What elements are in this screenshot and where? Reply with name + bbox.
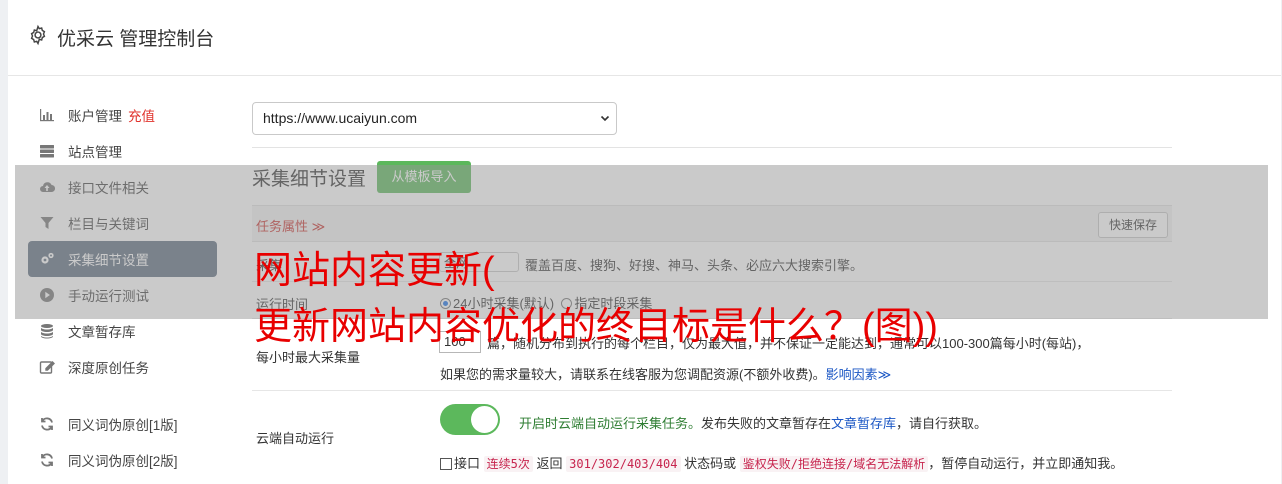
fail-note-tail: ，请自行获取。 [896, 416, 988, 431]
gear-icon [30, 24, 46, 46]
overlay-title-line2: 更新网站内容优化的终目标是什么？(图)) [254, 306, 938, 348]
code-consecutive: 连续5次 [483, 456, 533, 472]
max-per-hour-desc-2: 如果您的需求量较大，请联系在线客服为您调配资源(不额外收费)。影响因素≫ [440, 364, 891, 383]
pause-rule: 接口 连续5次 返回 301/302/403/404 状态码或 鉴权失败/拒绝连… [440, 453, 1123, 472]
top-header: 优采云 管理控制台 [8, 0, 1281, 76]
overlay-title-line1: 网站内容更新( [254, 250, 495, 292]
pause-rule-text: 返回 [536, 456, 563, 471]
row-divider [252, 390, 1172, 391]
cloud-auto-run-label: 云端自动运行 [256, 431, 335, 446]
database-icon [38, 323, 56, 339]
article-store-link[interactable]: 文章暂存库 [831, 416, 896, 431]
sidebar-item-synonym-v2[interactable]: 同义词伪原创[2版] [28, 442, 218, 478]
sidebar-item-label: 站点管理 [68, 145, 122, 160]
sidebar-item-label: 账户管理 [68, 109, 122, 124]
sidebar-item-label: 同义词伪原创[2版] [68, 454, 178, 469]
recharge-link[interactable]: 充值 [128, 105, 155, 125]
overlay-banner [15, 165, 1268, 319]
sidebar-item-label: 同义词伪原创[1版] [68, 418, 178, 433]
site-select[interactable]: https://www.ucaiyun.com [252, 102, 617, 135]
console-title: 优采云 管理控制台 [57, 29, 215, 50]
server-icon [38, 143, 56, 159]
divider [252, 147, 1172, 148]
fail-note: 发布失败的文章暂存在 [701, 416, 832, 431]
max-per-hour-label: 每小时最大采集量 [256, 350, 361, 365]
sidebar-item-label: 文章暂存库 [68, 325, 136, 340]
sidebar-item-deep-original[interactable]: 深度原创任务 [28, 349, 218, 385]
factors-link[interactable]: 影响因素≫ [826, 367, 892, 382]
edit-icon [38, 359, 56, 375]
pause-rule-label: 接口 [454, 456, 481, 471]
sidebar-item-sites[interactable]: 站点管理 [28, 133, 218, 169]
pause-rule-checkbox[interactable] [440, 458, 452, 470]
sidebar-item-label: 深度原创任务 [68, 361, 149, 376]
cloud-auto-run-toggle[interactable] [440, 404, 500, 435]
sidebar-item-account[interactable]: 账户管理 充值 [28, 97, 218, 133]
refresh-icon [38, 416, 56, 432]
auto-run-status: 开启时云端自动运行采集任务。 [519, 416, 702, 431]
code-status: 301/302/403/404 [566, 456, 681, 472]
cloud-auto-run-desc: 开启时云端自动运行采集任务。发布失败的文章暂存在文章暂存库，请自行获取。 [519, 413, 987, 432]
site-select-value: https://www.ucaiyun.com [263, 110, 418, 126]
sidebar-item-synonym-v1[interactable]: 同义词伪原创[1版] [28, 406, 218, 442]
toggle-knob [471, 406, 498, 433]
refresh-icon [38, 452, 56, 468]
pause-rule-text: 状态码或 [684, 456, 737, 471]
pause-rule-tail: ，暂停自动运行，并立即通知我。 [928, 456, 1124, 471]
code-errors: 鉴权失败/拒绝连接/域名无法解析 [739, 456, 929, 472]
chevron-down-icon [600, 115, 610, 122]
contact-hint: 如果您的需求量较大，请联系在线客服为您调配资源(不额外收费)。 [440, 367, 826, 382]
bar-chart-icon [38, 107, 56, 123]
